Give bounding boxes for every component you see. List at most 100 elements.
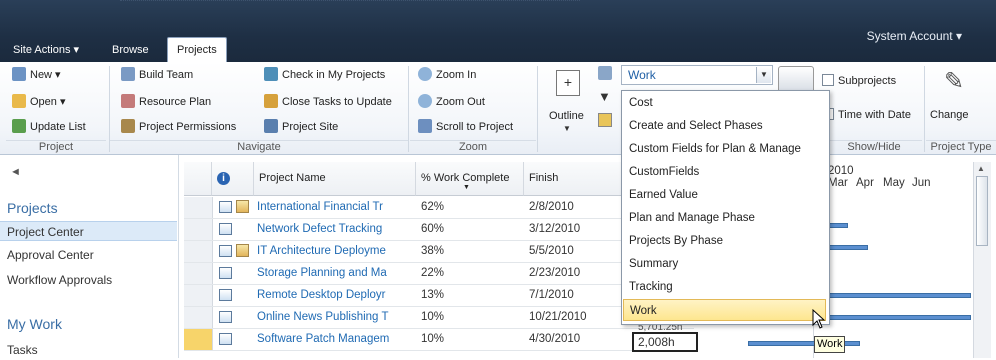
project-permissions-button[interactable]: Project Permissions	[121, 118, 236, 136]
project-site-button[interactable]: Project Site	[264, 118, 338, 136]
view-selector-value: Work	[628, 68, 656, 82]
chevron-down-icon[interactable]: ▼	[756, 67, 771, 83]
dropdown-item-work[interactable]: Work	[623, 299, 826, 321]
nav-heading-my-work[interactable]: My Work	[7, 316, 62, 332]
vertical-scrollbar[interactable]: ▲	[973, 162, 991, 358]
close-tasks-icon	[264, 94, 278, 108]
table-row[interactable]: Online News Publishing T 10% 10/21/2010	[184, 307, 694, 329]
project-icon	[219, 267, 232, 279]
account-menu[interactable]: System Account ▾	[867, 29, 962, 43]
table-row[interactable]: Network Defect Tracking 60% 3/12/2010	[184, 219, 694, 241]
dropdown-item-plan-manage-phase[interactable]: Plan and Manage Phase	[623, 207, 826, 229]
pct-work-complete: 22%	[421, 267, 445, 279]
scroll-to-project-button[interactable]: Scroll to Project	[418, 118, 513, 136]
column-header-project-name[interactable]: Project Name	[254, 162, 416, 196]
pct-work-complete: 10%	[421, 311, 445, 323]
change-button[interactable]: Change	[930, 106, 969, 124]
zoom-out-icon	[418, 94, 432, 108]
tab-projects[interactable]: Projects	[167, 37, 227, 63]
grid-icon[interactable]	[598, 113, 612, 127]
tab-browse[interactable]: Browse	[103, 38, 158, 62]
table-row[interactable]: Software Patch Managem 10% 4/30/2010	[184, 329, 694, 351]
row-selector[interactable]	[184, 219, 213, 240]
dropdown-item-earned-value[interactable]: Earned Value	[623, 184, 826, 206]
column-header-finish[interactable]: Finish	[524, 162, 624, 196]
finish-date: 7/1/2010	[529, 289, 574, 301]
dropdown-item-custom-fields-plan-manage[interactable]: Custom Fields for Plan & Manage	[623, 138, 826, 160]
pct-work-complete: 38%	[421, 245, 445, 257]
nav-heading-projects[interactable]: Projects	[7, 200, 58, 216]
scroll-up-icon[interactable]: ▲	[977, 164, 985, 173]
view-dropdown-menu: Cost Create and Select Phases Custom Fie…	[621, 90, 830, 325]
info-column-header[interactable]: i	[212, 162, 254, 196]
zoom-out-button[interactable]: Zoom Out	[418, 93, 485, 111]
gantt-bar[interactable]	[814, 315, 971, 320]
update-list-button[interactable]: Update List	[12, 118, 86, 136]
info-icon: i	[217, 172, 230, 185]
scrollbar-thumb[interactable]	[976, 176, 988, 246]
filter-icon[interactable]: ▼	[598, 90, 612, 104]
permissions-icon	[121, 119, 135, 133]
finish-date: 10/21/2010	[529, 311, 587, 323]
close-tasks-button[interactable]: Close Tasks to Update	[264, 93, 392, 111]
data-icon[interactable]	[598, 66, 612, 80]
row-selector[interactable]	[184, 241, 213, 262]
nav-item-project-center[interactable]: Project Center	[0, 221, 177, 241]
nav-item-tasks[interactable]: Tasks	[0, 340, 177, 360]
table-row[interactable]: Remote Desktop Deployr 13% 7/1/2010	[184, 285, 694, 307]
column-header-pct-work[interactable]: % Work Complete ▼	[416, 162, 524, 196]
collapse-icon[interactable]: ◄	[10, 166, 21, 178]
group-label-navigate: Navigate	[110, 140, 408, 154]
row-selector[interactable]	[184, 263, 213, 284]
table-row[interactable]: International Financial Tr 62% 2/8/2010	[184, 197, 694, 219]
resource-plan-button[interactable]: Resource Plan	[121, 93, 211, 111]
project-name-link[interactable]: International Financial Tr	[257, 197, 415, 218]
resource-icon	[121, 94, 135, 108]
site-icon	[264, 119, 278, 133]
check-in-button[interactable]: Check in My Projects	[264, 66, 385, 84]
nav-item-workflow-approvals[interactable]: Workflow Approvals	[0, 270, 177, 290]
outline-button[interactable]: Outline	[549, 107, 584, 125]
dropdown-item-cost[interactable]: Cost	[623, 92, 826, 114]
finish-date: 5/5/2010	[529, 245, 574, 257]
dropdown-item-projects-by-phase[interactable]: Projects By Phase	[623, 230, 826, 252]
tab-site-actions[interactable]: Site Actions ▾	[4, 38, 88, 62]
project-icon	[219, 201, 232, 213]
select-all-header[interactable]	[184, 162, 212, 196]
gantt-chart[interactable]: 2010 Mar Apr May Jun	[748, 155, 974, 358]
row-selector[interactable]	[184, 329, 213, 350]
nav-item-approval-center[interactable]: Approval Center	[0, 245, 177, 265]
pct-work-complete: 60%	[421, 223, 445, 235]
zoom-in-button[interactable]: Zoom In	[418, 66, 476, 84]
project-name-link[interactable]: Software Patch Managem	[257, 329, 415, 350]
subprojects-checkbox[interactable]: Subprojects	[822, 72, 896, 90]
chevron-down-icon: ▼	[563, 124, 571, 133]
check-in-icon	[264, 67, 278, 81]
dropdown-item-create-select-phases[interactable]: Create and Select Phases	[623, 115, 826, 137]
open-button[interactable]: Open ▾	[12, 93, 66, 111]
work-edit-cell[interactable]: 2,008h	[632, 332, 698, 352]
project-name-link[interactable]: Storage Planning and Ma	[257, 263, 415, 284]
project-name-link[interactable]: Remote Desktop Deployr	[257, 285, 415, 306]
time-with-date-checkbox[interactable]: Time with Date	[822, 106, 911, 124]
change-pencil-icon: ✎	[944, 68, 965, 95]
build-team-button[interactable]: Build Team	[121, 66, 193, 84]
row-selector[interactable]	[184, 285, 213, 306]
project-icon	[219, 289, 232, 301]
view-selector[interactable]: Work ▼	[621, 65, 773, 85]
finish-date: 2/23/2010	[529, 267, 581, 279]
table-row[interactable]: IT Architecture Deployme 38% 5/5/2010	[184, 241, 694, 263]
gantt-bar[interactable]	[814, 293, 971, 298]
outline-icon: +	[556, 70, 580, 96]
row-selector[interactable]	[184, 197, 213, 218]
dropdown-item-summary[interactable]: Summary	[623, 253, 826, 275]
new-button[interactable]: New ▾	[12, 66, 61, 84]
project-name-link[interactable]: Network Defect Tracking	[257, 219, 415, 240]
project-name-link[interactable]: Online News Publishing T	[257, 307, 415, 328]
dropdown-item-customfields[interactable]: CustomFields	[623, 161, 826, 183]
project-name-link[interactable]: IT Architecture Deployme	[257, 241, 415, 262]
row-selector[interactable]	[184, 307, 213, 328]
dropdown-item-tracking[interactable]: Tracking	[623, 276, 826, 298]
table-row[interactable]: Storage Planning and Ma 22% 2/23/2010	[184, 263, 694, 285]
group-label-zoom: Zoom	[410, 140, 536, 154]
